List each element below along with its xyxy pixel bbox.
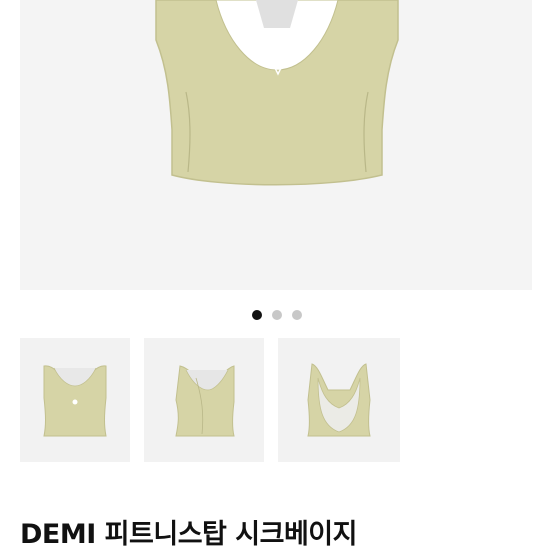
sports-top-front-illustration [155,0,399,186]
carousel-dot-3[interactable] [292,310,302,320]
thumbnail-side[interactable] [144,338,264,462]
thumbnail-front[interactable] [20,338,130,462]
main-product-image[interactable] [20,0,532,290]
carousel-dot-1[interactable] [252,310,262,320]
thumbnail-strip [20,338,540,462]
product-title: DEMI 피트니스탑 시크베이지 [20,519,357,550]
thumbnail-back[interactable] [278,338,400,462]
carousel-dots [0,310,554,322]
carousel-dot-2[interactable] [272,310,282,320]
